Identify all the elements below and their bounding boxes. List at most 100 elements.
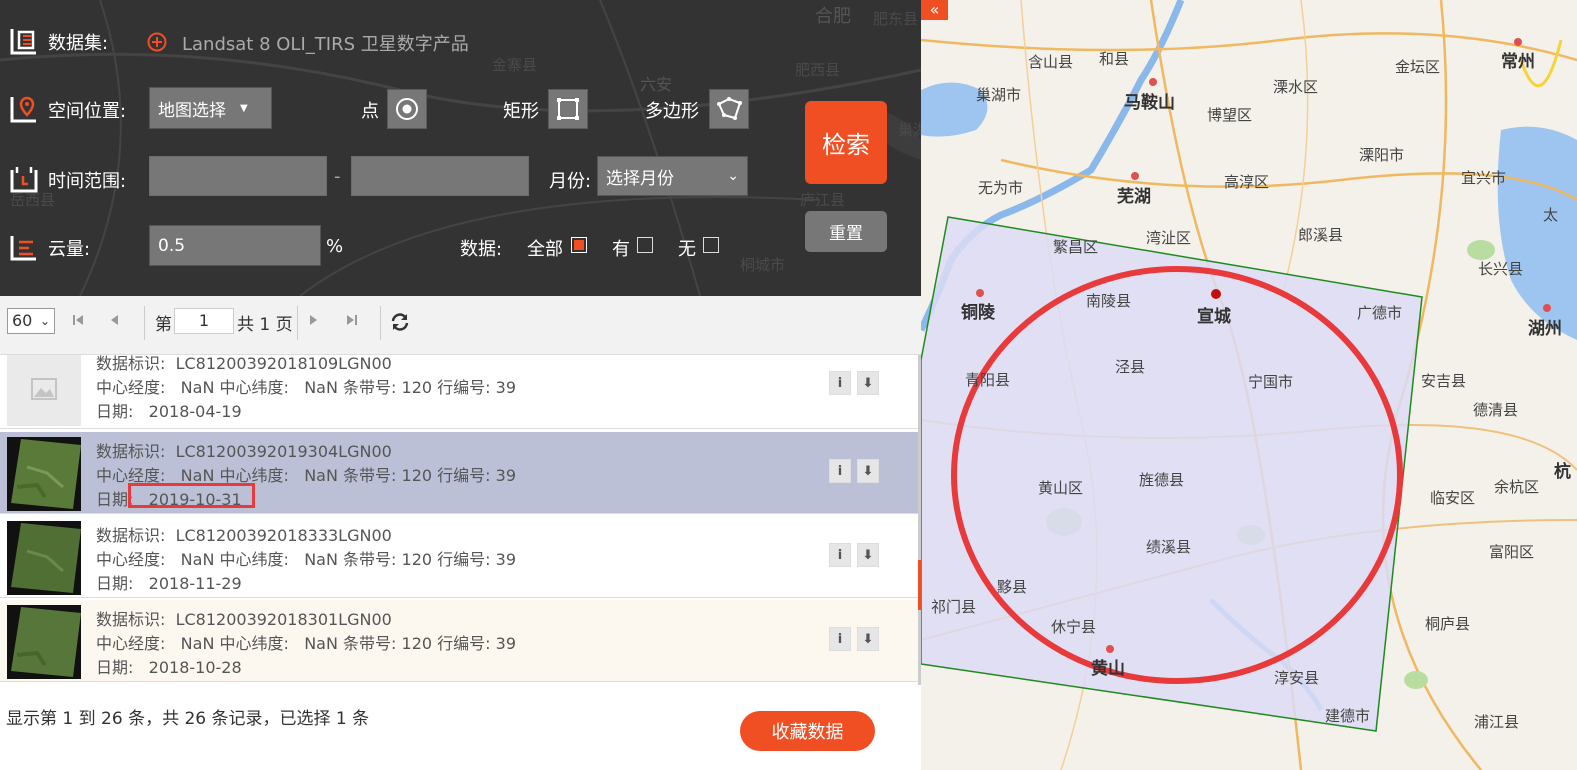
last-page-icon[interactable] <box>345 313 359 327</box>
path-value: 120 <box>401 550 433 569</box>
cloud-unit: % <box>326 236 344 257</box>
map-label: 余杭区 <box>1494 478 1539 496</box>
path-label: 条带号: <box>343 550 397 569</box>
cloud-input[interactable]: 0.5 <box>149 225 321 266</box>
end-date-input[interactable] <box>351 156 529 196</box>
lat-label: 中心纬度: <box>219 634 289 653</box>
image-icon <box>31 378 57 400</box>
pager-divider <box>380 306 381 340</box>
download-button[interactable]: ⬇ <box>857 543 879 567</box>
page-prefix: 第 <box>155 315 172 335</box>
map-label: 宁国市 <box>1248 373 1293 391</box>
scene-thumbnail <box>7 521 81 595</box>
map-label: 湾沚区 <box>1146 229 1191 247</box>
location-icon <box>10 96 36 123</box>
row-label: 行编号: <box>437 634 491 653</box>
map-label: 广德市 <box>1357 304 1402 322</box>
list-item[interactable]: 数据标识: LC81200392018333LGN00 中心经度: NaN 中心… <box>0 516 918 598</box>
page-size-value: 60 <box>12 311 33 330</box>
map-label: 溧水区 <box>1273 78 1318 96</box>
map-label: 休宁县 <box>1051 618 1096 636</box>
path-label: 条带号: <box>343 634 397 653</box>
map-label: 无为市 <box>978 179 1023 197</box>
list-item[interactable]: 数据标识: LC81200392018109LGN00 中心经度: NaN 中心… <box>0 355 918 429</box>
prev-page-icon[interactable] <box>108 313 122 327</box>
item-id: LC81200392018109LGN00 <box>175 355 392 373</box>
pager-divider <box>144 306 145 340</box>
item-id: LC81200392018333LGN00 <box>175 526 392 545</box>
page-size-select[interactable]: 60 ⌄ <box>7 308 55 334</box>
time-label: 时间范围: <box>48 171 127 192</box>
location-mode-select[interactable]: 地图选择 ▼ <box>149 87 272 129</box>
add-dataset-icon[interactable] <box>147 32 167 52</box>
first-page-icon[interactable] <box>71 313 85 327</box>
map-label: 宜兴市 <box>1461 169 1506 187</box>
bg-label: 庐江县 <box>800 191 845 209</box>
search-button[interactable]: 检索 <box>805 101 887 184</box>
info-button[interactable]: i <box>829 543 851 567</box>
refresh-icon[interactable] <box>390 312 410 332</box>
info-button[interactable]: i <box>829 459 851 483</box>
date-label: 日期: <box>96 574 134 593</box>
data-label: 数据: <box>460 239 503 260</box>
point-tool-button[interactable] <box>387 89 427 129</box>
result-summary: 显示第 1 到 26 条，共 26 条记录，已选择 1 条 <box>6 709 370 729</box>
location-label: 空间位置: <box>48 101 127 122</box>
thumbnail-placeholder <box>7 355 81 426</box>
lat-value: NaN <box>304 634 338 653</box>
download-button[interactable]: ⬇ <box>857 459 879 483</box>
item-coord-line: 中心经度: NaN 中心纬度: NaN 条带号: 120 行编号: 39 <box>96 374 516 398</box>
item-actions: i ⬇ <box>829 627 881 651</box>
lat-label: 中心纬度: <box>219 550 289 569</box>
map-label: 常州 <box>1501 51 1535 72</box>
data-yes-checkbox[interactable] <box>637 237 653 253</box>
next-page-icon[interactable] <box>306 313 320 327</box>
id-label: 数据标识: <box>96 442 166 461</box>
map-label: 马鞍山 <box>1124 92 1175 113</box>
path-value: 120 <box>401 466 433 485</box>
info-button[interactable]: i <box>829 371 851 395</box>
lat-label: 中心纬度: <box>219 378 289 397</box>
polygon-tool-button[interactable] <box>709 89 749 129</box>
rect-label: 矩形 <box>503 101 539 122</box>
list-item[interactable]: 数据标识: LC81200392018301LGN00 中心经度: NaN 中心… <box>0 600 918 682</box>
page-number-input[interactable]: 1 <box>174 308 234 334</box>
start-date-input[interactable] <box>149 156 327 196</box>
map-label: 巢湖市 <box>976 86 1021 104</box>
map-label: 博望区 <box>1207 106 1252 124</box>
month-select[interactable]: 选择月份 ⌄ <box>597 156 748 196</box>
point-label: 点 <box>361 101 379 122</box>
item-id-line: 数据标识: LC81200392018333LGN00 <box>96 522 392 546</box>
data-no-checkbox[interactable] <box>703 237 719 253</box>
reset-button[interactable]: 重置 <box>805 211 887 252</box>
item-coord-line: 中心经度: NaN 中心纬度: NaN 条带号: 120 行编号: 39 <box>96 546 516 570</box>
path-value: 120 <box>401 634 433 653</box>
dataset-value[interactable]: Landsat 8 OLI_TIRS 卫星数字产品 <box>182 30 469 56</box>
data-all-label: 全部 <box>527 239 563 260</box>
path-label: 条带号: <box>343 466 397 485</box>
data-all-checkbox[interactable] <box>571 237 587 253</box>
list-item-selected[interactable]: 数据标识: LC81200392019304LGN00 中心经度: NaN 中心… <box>0 432 918 514</box>
date-highlight-box <box>128 483 255 508</box>
date-value: 2018-04-19 <box>148 402 242 421</box>
favorite-data-button[interactable]: 收藏数据 <box>740 711 875 751</box>
map-view[interactable]: 含山县 和县 巢湖市 马鞍山 博望区 溧水区 金坛区 常州 无为市 芜湖 高淳区… <box>921 0 1577 770</box>
download-button[interactable]: ⬇ <box>857 371 879 395</box>
rect-tool-button[interactable] <box>548 89 588 129</box>
bg-label: 肥东县 <box>873 10 918 28</box>
collapse-panel-button[interactable]: « <box>921 0 948 20</box>
info-button[interactable]: i <box>829 627 851 651</box>
map-label: 南陵县 <box>1086 292 1131 310</box>
map-label: 湖州 <box>1528 319 1562 339</box>
target-icon <box>396 98 418 120</box>
download-button[interactable]: ⬇ <box>857 627 879 651</box>
pager-toolbar: 60 ⌄ 第 1 共 1 页 <box>0 296 921 355</box>
map-label: 临安区 <box>1430 489 1475 507</box>
map-label: 金坛区 <box>1395 58 1440 76</box>
map-canvas[interactable]: 含山县 和县 巢湖市 马鞍山 博望区 溧水区 金坛区 常州 无为市 芜湖 高淳区… <box>921 0 1577 770</box>
bg-label: 金寨县 <box>492 56 537 74</box>
caret-down-icon: ▼ <box>240 102 248 114</box>
dataset-label: 数据集: <box>48 33 109 54</box>
id-label: 数据标识: <box>96 610 166 629</box>
map-label: 黄山 <box>1091 658 1125 679</box>
